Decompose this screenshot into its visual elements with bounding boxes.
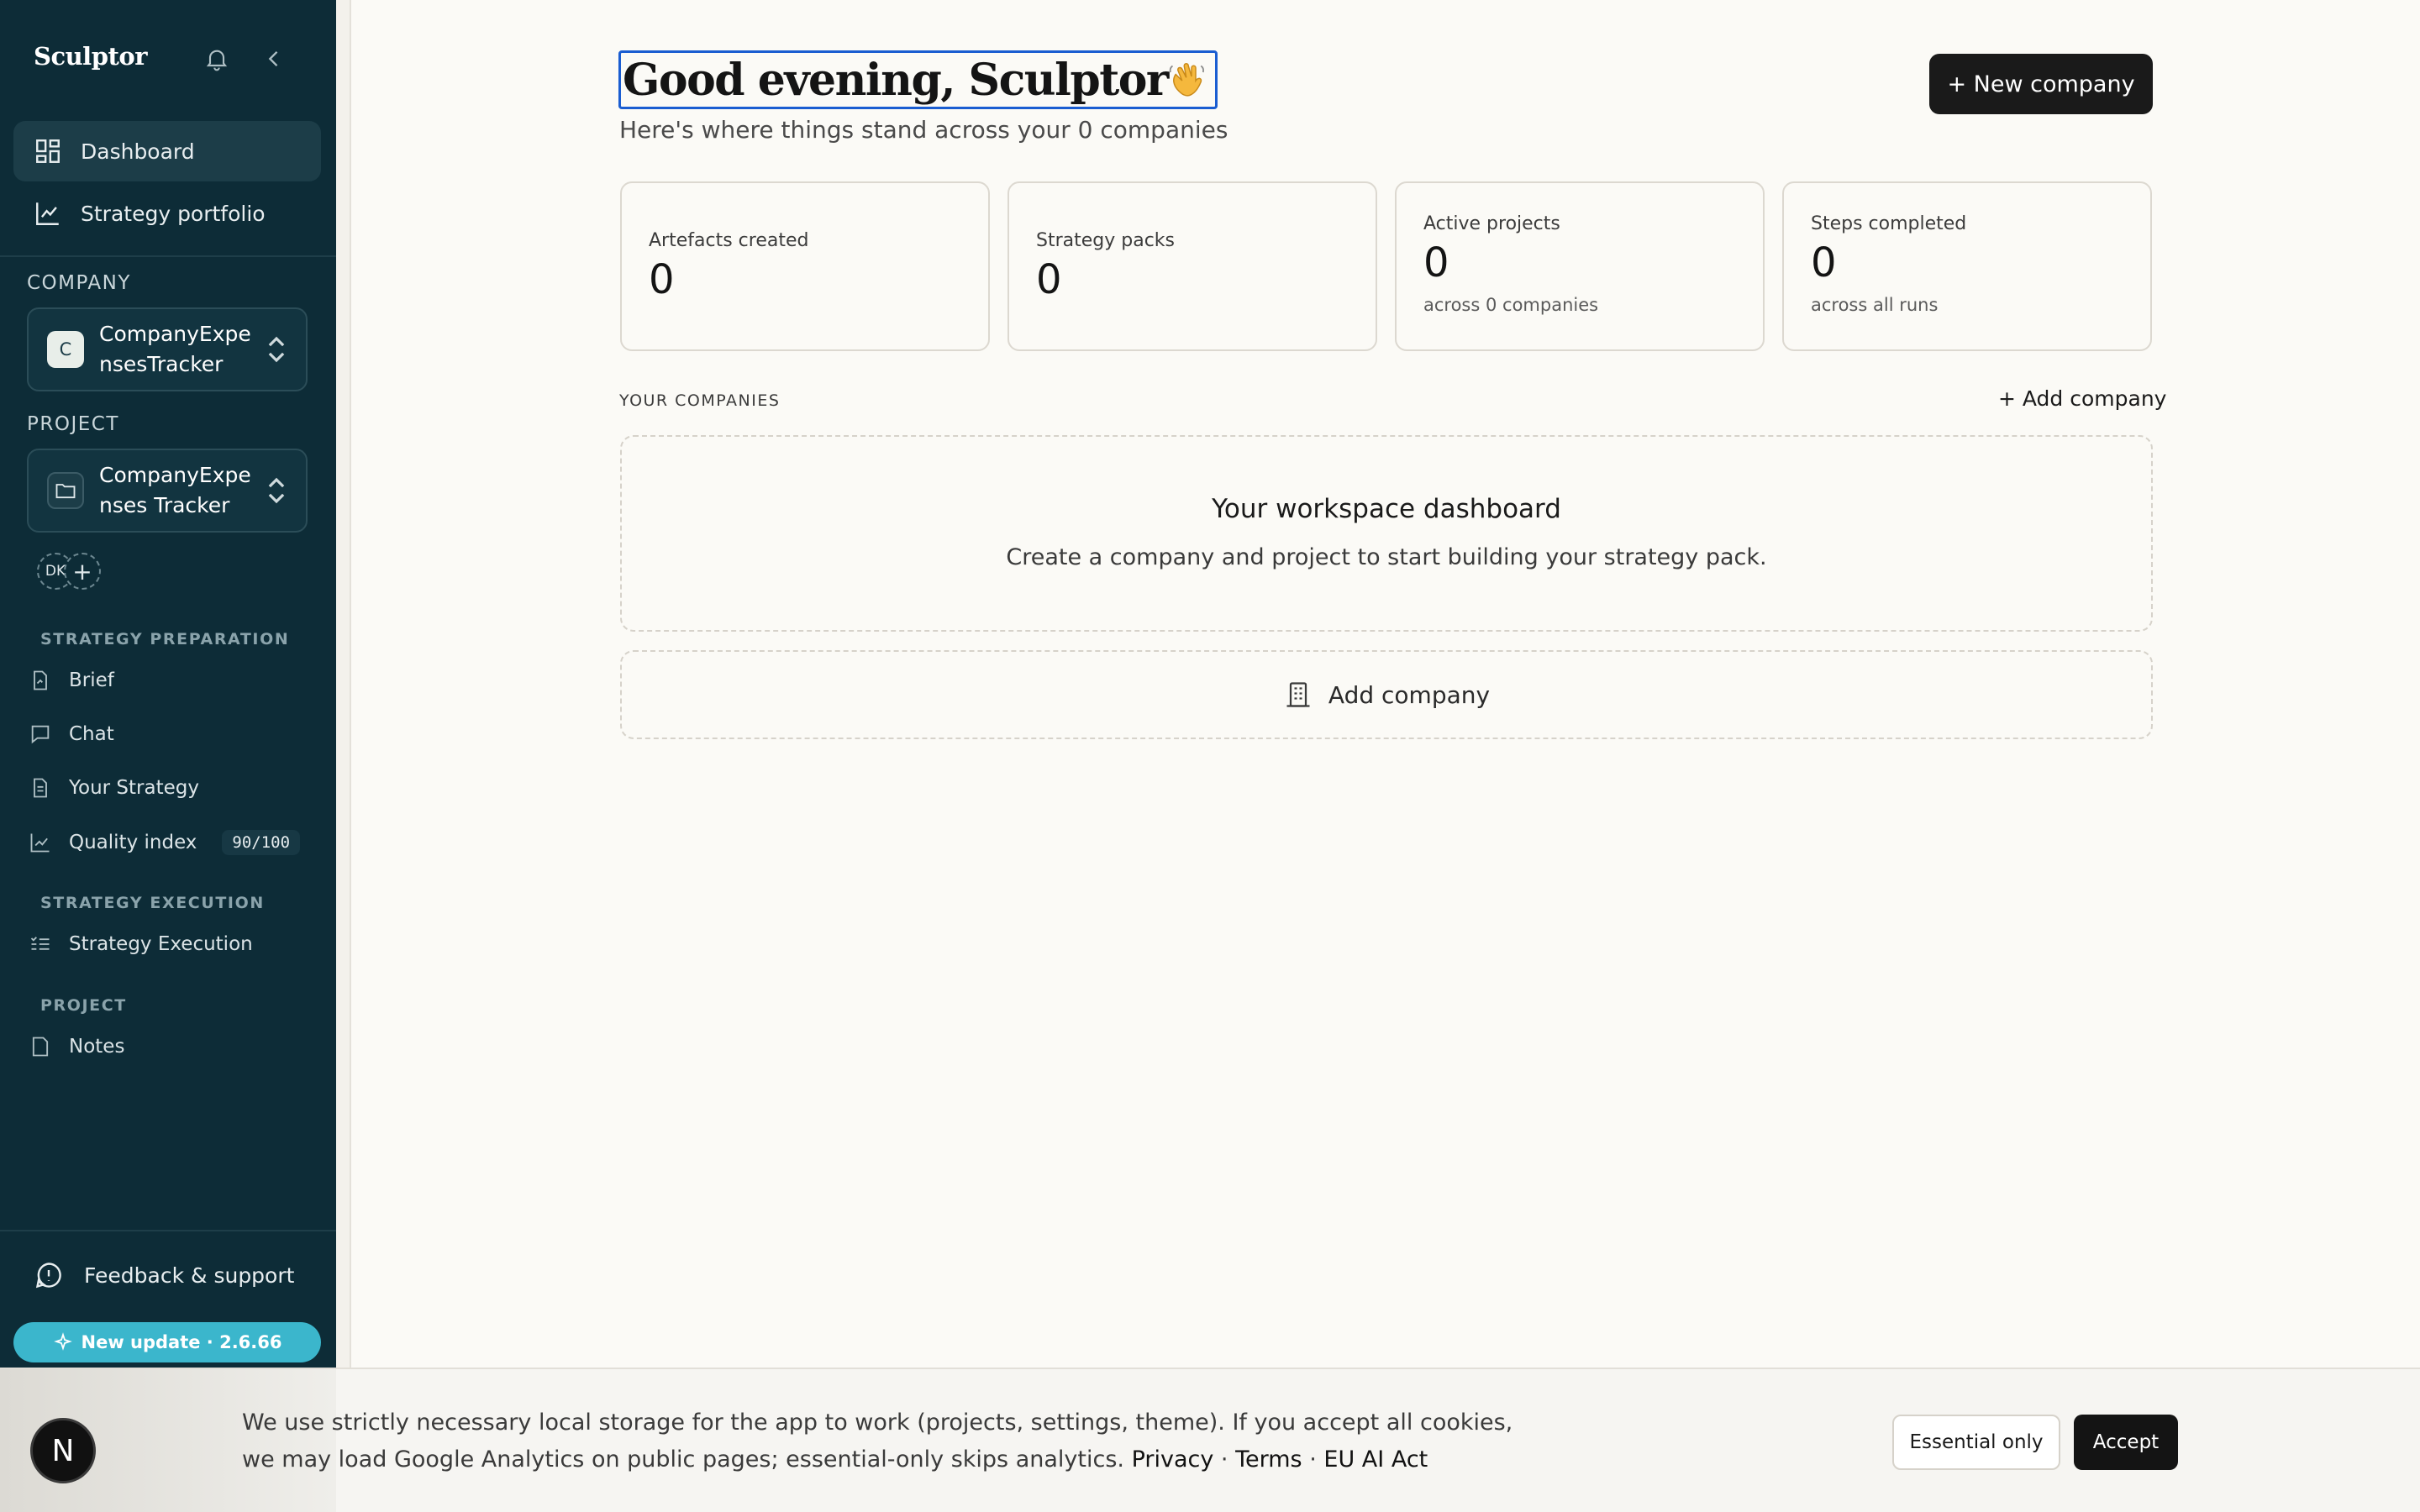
sidebar-item-brief[interactable]: Brief <box>29 669 114 692</box>
empty-state-card: Your workspace dashboard Create a compan… <box>620 435 2153 632</box>
chevron-updown-icon <box>268 336 285 363</box>
sidebar-item-quality-index-label: Quality index <box>69 832 197 853</box>
stat-note: across 0 companies <box>1423 295 1599 315</box>
stat-label: Steps completed <box>1811 213 1967 234</box>
add-member-button[interactable]: + <box>64 553 101 590</box>
project-subsection-label: PROJECT <box>40 996 127 1015</box>
essential-only-button[interactable]: Essential only <box>1892 1415 2060 1470</box>
stat-value: 0 <box>649 256 675 303</box>
project-members: DK + <box>37 553 101 590</box>
document-icon <box>34 778 47 798</box>
sidebar-item-chat[interactable]: Chat <box>29 722 114 746</box>
waving-hand-icon <box>1169 62 1204 97</box>
sidebar-item-notes-label: Notes <box>69 1036 125 1058</box>
accept-button[interactable]: Accept <box>2074 1415 2178 1470</box>
bell-icon[interactable] <box>202 44 232 74</box>
project-picker[interactable]: CompanyExpenses Tracker <box>27 449 308 533</box>
company-section-label: COMPANY <box>27 272 131 294</box>
dashboard-grid-icon <box>36 139 60 163</box>
feedback-support-label: Feedback & support <box>84 1263 295 1288</box>
strategy-execution-label: STRATEGY EXECUTION <box>40 894 265 912</box>
sidebar-item-your-strategy-label: Your Strategy <box>69 777 199 799</box>
stat-card-steps-completed: Steps completed 0 across all runs <box>1782 181 2152 351</box>
sidebar-item-your-strategy[interactable]: Your Strategy <box>29 776 199 800</box>
sidebar-edge <box>336 0 351 1512</box>
stat-value: 0 <box>1423 239 1449 286</box>
page-title[interactable]: Good evening, Sculptor <box>618 50 1218 109</box>
strategy-preparation-label: STRATEGY PREPARATION <box>40 630 290 648</box>
stat-label: Strategy packs <box>1036 230 1175 251</box>
terms-link[interactable]: Terms <box>1235 1446 1302 1473</box>
folder-icon <box>47 472 84 509</box>
separator: · <box>1309 1446 1317 1473</box>
project-section-label: PROJECT <box>27 413 119 435</box>
sidebar-item-notes[interactable]: Notes <box>29 1035 124 1058</box>
chart-line-icon <box>36 202 59 225</box>
sidebar-divider-bottom <box>0 1230 336 1231</box>
empty-state-body: Create a company and project to start bu… <box>1006 544 1767 570</box>
note-icon <box>32 1037 49 1057</box>
cookie-banner: N We use strictly necessary local storag… <box>0 1368 2420 1512</box>
company-picker[interactable]: C CompanyExpensesTracker <box>27 307 308 391</box>
brand-logo[interactable]: Sculptor <box>34 42 148 71</box>
sidebar-item-strategy-execution-label: Strategy Execution <box>69 933 253 955</box>
new-company-button[interactable]: + New company <box>1929 54 2153 114</box>
chevron-updown-icon <box>268 477 285 504</box>
cookie-text: We use strictly necessary local storage … <box>242 1410 1513 1473</box>
company-name: CompanyExpensesTracker <box>99 322 251 376</box>
brief-doc-icon <box>34 670 47 690</box>
sidebar-divider <box>0 255 336 257</box>
stat-card-active-projects: Active projects 0 across 0 companies <box>1395 181 1765 351</box>
privacy-link[interactable]: Privacy <box>1132 1446 1214 1473</box>
cookie-message: We use strictly necessary local storage … <box>242 1404 1536 1478</box>
quality-score-badge: 90/100 <box>222 830 301 855</box>
new-update-label: New update · 2.6.66 <box>81 1332 282 1352</box>
stat-value: 0 <box>1036 256 1062 303</box>
your-companies-heading: YOUR COMPANIES <box>619 391 781 410</box>
sparkle-icon <box>53 1332 72 1351</box>
checklist-icon <box>30 937 50 950</box>
add-company-card-button[interactable]: Add company <box>620 650 2153 739</box>
new-update-button[interactable]: New update · 2.6.66 <box>13 1322 321 1362</box>
collapse-sidebar-icon[interactable] <box>259 44 289 74</box>
building-icon <box>1286 682 1310 707</box>
sidebar-item-quality-index[interactable]: Quality index 90/100 <box>29 830 301 855</box>
feedback-support-link[interactable]: Feedback & support <box>34 1260 294 1290</box>
nav-strategy-portfolio[interactable]: Strategy portfolio <box>13 183 321 244</box>
chat-bubble-icon <box>31 725 50 744</box>
nav-strategy-portfolio-label: Strategy portfolio <box>81 201 266 226</box>
separator: · <box>1220 1446 1228 1473</box>
stat-label: Artefacts created <box>649 230 809 251</box>
add-company-card-label: Add company <box>1328 680 1491 709</box>
empty-state-title: Your workspace dashboard <box>1212 494 1561 524</box>
eu-ai-act-link[interactable]: EU AI Act <box>1323 1446 1428 1473</box>
sidebar-item-brief-label: Brief <box>69 669 114 691</box>
sidebar-item-strategy-execution[interactable]: Strategy Execution <box>29 932 253 956</box>
sidebar: Sculptor Dashboard Strategy portfolio CO… <box>0 0 336 1512</box>
add-company-link[interactable]: + Add company <box>1998 386 2166 411</box>
stat-note: across all runs <box>1811 295 1939 315</box>
n-badge-icon[interactable]: N <box>30 1418 96 1483</box>
stat-card-artefacts: Artefacts created 0 <box>620 181 990 351</box>
chart-icon <box>30 833 50 853</box>
stat-value: 0 <box>1811 239 1837 286</box>
stat-label: Active projects <box>1423 213 1560 234</box>
greeting-text: Good evening, Sculptor <box>623 54 1169 106</box>
nav-dashboard-label: Dashboard <box>81 139 195 164</box>
feedback-alert-icon <box>35 1263 61 1289</box>
nav-dashboard[interactable]: Dashboard <box>13 121 321 181</box>
stat-card-strategy-packs: Strategy packs 0 <box>1007 181 1377 351</box>
page-subtitle: Here's where things stand across your 0 … <box>619 116 1228 144</box>
sidebar-item-chat-label: Chat <box>69 723 114 745</box>
company-initial-badge: C <box>47 331 84 368</box>
project-name: CompanyExpenses Tracker <box>99 463 251 517</box>
